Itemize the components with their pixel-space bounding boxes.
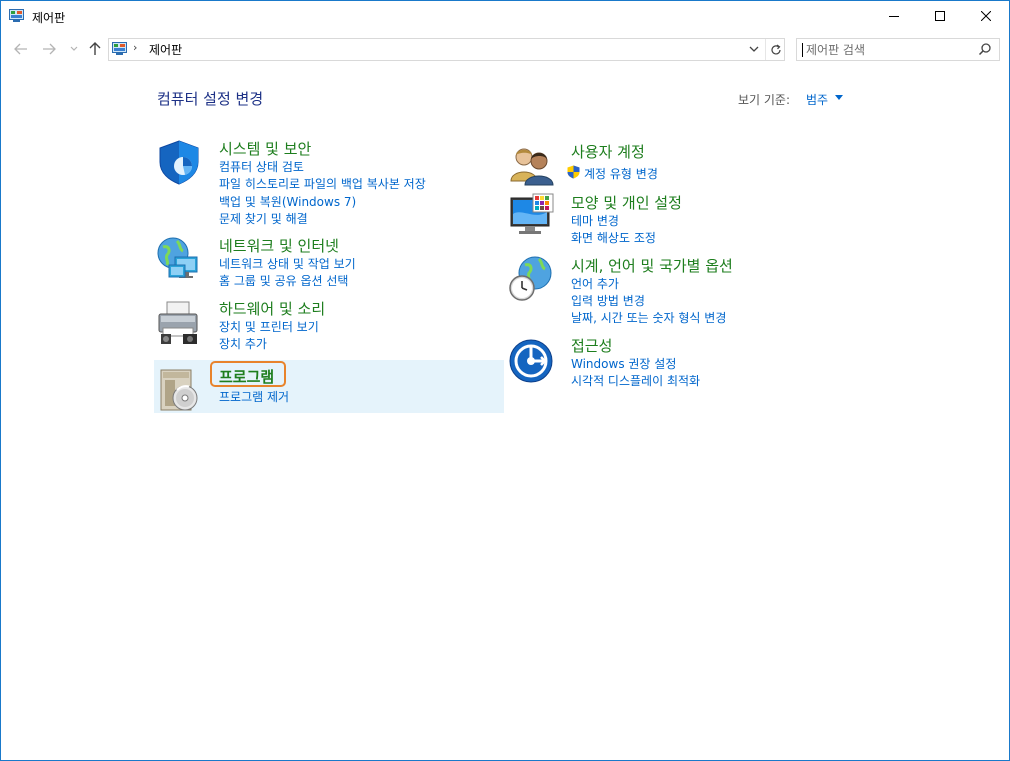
category-link[interactable]: 장치 및 프린터 보기: [219, 318, 319, 335]
minimize-button[interactable]: [871, 1, 917, 31]
category-link[interactable]: 컴퓨터 상태 검토: [219, 158, 304, 175]
category-title[interactable]: 모양 및 개인 설정: [571, 192, 682, 213]
category-network-internet: 네트워크 및 인터넷 네트워크 상태 및 작업 보기 홈 그룹 및 공유 옵션 …: [155, 235, 495, 290]
category-link[interactable]: 계정 유형 변경: [584, 165, 658, 182]
category-link[interactable]: 장치 추가: [219, 335, 267, 352]
recent-locations-button[interactable]: [66, 41, 82, 57]
category-title[interactable]: 사용자 계정: [571, 141, 645, 162]
uac-shield-icon: [567, 165, 580, 179]
category-link[interactable]: 입력 방법 변경: [571, 292, 645, 309]
chevron-down-icon: [70, 46, 78, 51]
category-system-security: 시스템 및 보안 컴퓨터 상태 검토 파일 히스토리로 파일의 백업 복사본 저…: [155, 138, 495, 228]
clock-globe-icon: [509, 256, 552, 301]
maximize-icon: [935, 11, 945, 21]
category-title[interactable]: 하드웨어 및 소리: [219, 298, 325, 319]
programs-disc-icon: [160, 369, 198, 411]
category-ease-of-access: 접근성 Windows 권장 설정 시각적 디스플레이 최적화: [507, 335, 847, 390]
control-panel-icon: [9, 9, 24, 22]
category-title[interactable]: 접근성: [571, 335, 612, 356]
control-panel-icon: [112, 42, 127, 55]
refresh-icon: [770, 44, 781, 54]
up-button[interactable]: [87, 41, 103, 57]
network-globe-icon: [157, 237, 198, 278]
breadcrumb-separator[interactable]: ›: [133, 41, 137, 54]
category-programs: 프로그램 프로그램 제거: [155, 366, 495, 411]
category-link[interactable]: 화면 해상도 조정: [571, 229, 656, 246]
category-title[interactable]: 시스템 및 보안: [219, 138, 311, 159]
search-placeholder: 제어판 검색: [806, 43, 866, 57]
chevron-down-icon[interactable]: [835, 95, 843, 100]
category-link[interactable]: 홈 그룹 및 공유 옵션 선택: [219, 272, 348, 289]
accessibility-icon: [509, 339, 553, 383]
window-title: 제어판: [32, 11, 66, 25]
users-icon: [510, 148, 554, 186]
category-link[interactable]: Windows 권장 설정: [571, 355, 676, 372]
category-link[interactable]: 파일 히스토리로 파일의 백업 복사본 저장: [219, 175, 426, 192]
keyboard-focus-ring: [210, 361, 286, 387]
refresh-button[interactable]: [765, 39, 785, 60]
category-clock-language-region: 시계, 언어 및 국가별 옵션 언어 추가 입력 방법 변경 날짜, 시간 또는…: [507, 255, 847, 327]
view-by-dropdown[interactable]: 범주: [806, 91, 828, 108]
category-title[interactable]: 네트워크 및 인터넷: [219, 235, 339, 256]
category-link[interactable]: 네트워크 상태 및 작업 보기: [219, 255, 356, 272]
arrow-up-icon: [89, 42, 101, 55]
shield-icon: [159, 140, 199, 185]
search-icon[interactable]: [978, 42, 992, 56]
chevron-down-icon[interactable]: [747, 42, 761, 56]
forward-button[interactable]: [41, 41, 57, 57]
category-link[interactable]: 문제 찾기 및 해결: [219, 210, 308, 227]
breadcrumb-control-panel[interactable]: 제어판: [149, 41, 182, 58]
category-appearance-personalization: 모양 및 개인 설정 테마 변경 화면 해상도 조정: [507, 192, 847, 247]
navigation-bar: › 제어판 제어판 검색: [1, 32, 1009, 66]
category-title[interactable]: 시계, 언어 및 국가별 옵션: [571, 255, 733, 276]
category-link[interactable]: 날짜, 시간 또는 숫자 형식 변경: [571, 309, 726, 326]
category-hardware-sound: 하드웨어 및 소리 장치 및 프린터 보기 장치 추가: [155, 298, 495, 353]
printer-speaker-icon: [158, 301, 198, 344]
close-button[interactable]: [963, 1, 1009, 31]
view-by-label: 보기 기준:: [738, 93, 791, 107]
search-input[interactable]: 제어판 검색: [796, 38, 1000, 61]
title-bar: 제어판: [1, 1, 1009, 32]
arrow-right-icon: [43, 43, 56, 55]
back-button[interactable]: [13, 41, 29, 57]
arrow-left-icon: [14, 43, 27, 55]
close-icon: [981, 11, 991, 21]
category-link[interactable]: 프로그램 제거: [219, 388, 289, 405]
category-link[interactable]: 언어 추가: [571, 275, 619, 292]
text-caret: [802, 43, 803, 57]
minimize-icon: [889, 16, 899, 17]
category-user-accounts: 사용자 계정 계정 유형 변경: [507, 141, 847, 186]
category-link[interactable]: 백업 및 복원(Windows 7): [219, 193, 356, 210]
monitor-palette-icon: [510, 193, 554, 234]
category-link[interactable]: 테마 변경: [571, 212, 619, 229]
address-bar[interactable]: › 제어판: [108, 38, 785, 61]
control-panel-window: 제어판 › 제어판 제어판 검색 컴퓨터 설정 변경 보기 기준: 범주 시스템…: [0, 0, 1010, 761]
category-link[interactable]: 시각적 디스플레이 최적화: [571, 372, 700, 389]
page-title: 컴퓨터 설정 변경: [157, 90, 264, 108]
maximize-button[interactable]: [917, 1, 963, 31]
